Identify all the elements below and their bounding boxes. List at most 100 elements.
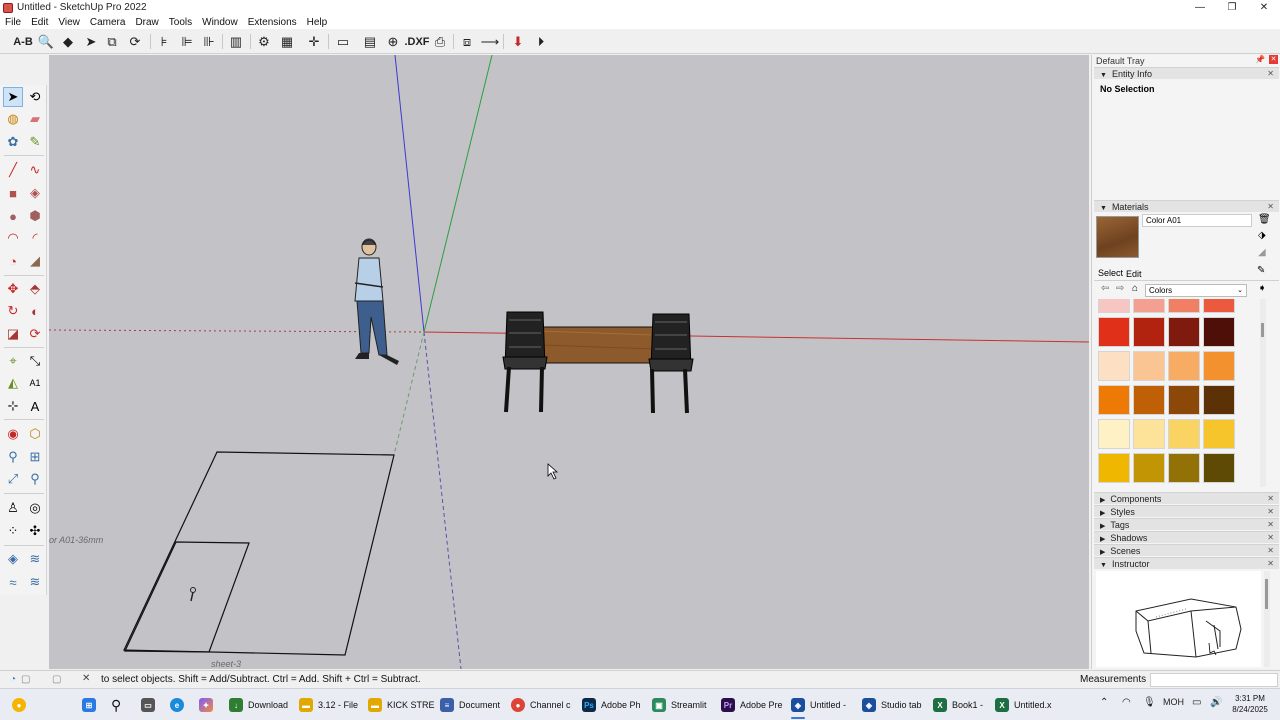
styles-panel-header[interactable]: ▶ Styles ✕	[1094, 505, 1279, 517]
panel-close-icon[interactable]: ✕	[1267, 493, 1274, 505]
paint-bucket-icon[interactable]: ◍	[3, 109, 23, 129]
task-view-icon[interactable]: ▭	[141, 695, 160, 715]
instructor-scrollbar[interactable]	[1264, 571, 1270, 667]
color-swatch[interactable]	[1203, 385, 1235, 415]
menu-help[interactable]: Help	[307, 17, 328, 28]
minimize-button[interactable]: —	[1184, 0, 1216, 15]
color-swatch[interactable]	[1168, 351, 1200, 381]
sandbox-from-contours-icon[interactable]: ◈	[3, 549, 23, 569]
tags-panel-header[interactable]: ▶ Tags ✕	[1094, 518, 1279, 530]
color-swatch[interactable]	[1098, 453, 1130, 483]
scene-canvas[interactable]	[49, 55, 1089, 669]
color-swatch[interactable]	[1168, 299, 1200, 313]
user-icon[interactable]: ▢	[52, 674, 61, 685]
taskbar-item-download[interactable]: ↓ Download	[229, 695, 288, 715]
color-swatch[interactable]	[1133, 419, 1165, 449]
color-swatch[interactable]	[1133, 453, 1165, 483]
show-hidden-icons-chevron-icon[interactable]: ⌃	[1100, 697, 1108, 708]
materials-tab-edit[interactable]: Edit	[1126, 269, 1142, 279]
taskbar-item-studio-tab[interactable]: ◈ Studio tab	[862, 695, 922, 715]
taskbar-item-excel-book1[interactable]: X Book1 -	[933, 695, 983, 715]
three-point-arc-icon[interactable]: ◢	[25, 251, 45, 271]
axes-tool-icon[interactable]: ⊹	[3, 396, 23, 416]
taskbar-search-icon[interactable]: ⚲	[111, 695, 121, 715]
materials-header[interactable]: ▼ Materials ✕	[1094, 200, 1279, 212]
freehand-tool-icon[interactable]: ∿	[25, 160, 45, 180]
materials-tab-select[interactable]: Select	[1098, 268, 1123, 278]
menu-tools[interactable]: Tools	[169, 17, 192, 28]
push-pull-icon[interactable]: ⬘	[25, 279, 45, 299]
shadows-panel-header[interactable]: ▶ Shadows ✕	[1094, 531, 1279, 543]
home-icon[interactable]: ⌂	[1132, 283, 1138, 294]
start-button[interactable]: ⊞	[82, 695, 101, 715]
color-swatch[interactable]	[1203, 299, 1235, 313]
details-arrow-icon[interactable]: ➧	[1258, 283, 1266, 294]
color-swatch[interactable]	[1203, 419, 1235, 449]
geo-location-icon[interactable]: ◔	[10, 674, 16, 685]
section-plane-tool-icon[interactable]: ◉	[3, 424, 23, 444]
zoom-icon[interactable]: 🔍	[36, 32, 56, 51]
color-swatch[interactable]	[1168, 419, 1200, 449]
color-swatch[interactable]	[1203, 351, 1235, 381]
sandbox-scratch-icon[interactable]: ≋	[25, 549, 45, 569]
scale-tool-icon[interactable]: ◪	[3, 324, 23, 344]
color-swatch[interactable]	[1133, 385, 1165, 415]
taskbar-item-streamlit[interactable]: ▣ Streamlit	[652, 695, 707, 715]
stamp-icon[interactable]: ≋	[25, 572, 45, 592]
back-arrow-icon[interactable]: ⇦	[1101, 283, 1109, 294]
download-arrow-icon[interactable]: ⬇	[508, 32, 528, 51]
menu-edit[interactable]: Edit	[31, 17, 48, 28]
wifi-icon[interactable]: ◠	[1122, 697, 1131, 708]
text-tool-icon[interactable]: A1	[25, 373, 45, 393]
panel-close-icon[interactable]: ✕	[1267, 506, 1274, 518]
circle-tool-icon[interactable]: ●	[3, 206, 23, 226]
color-swatch[interactable]	[1133, 299, 1165, 313]
two-point-arc-icon[interactable]: ◜	[25, 228, 45, 248]
rectangle-icon[interactable]: ▭	[333, 32, 353, 51]
components-panel-header[interactable]: ▶ Components ✕	[1094, 492, 1279, 504]
play-scene-icon[interactable]: ⏵	[531, 32, 551, 51]
microphone-icon[interactable]: 🎙	[1143, 697, 1156, 708]
pan-tool-icon[interactable]: ✣	[25, 521, 45, 541]
scenes-panel-header[interactable]: ▶ Scenes ✕	[1094, 544, 1279, 556]
tape-measure-icon[interactable]: ⌖	[3, 351, 23, 371]
select-arrow-icon[interactable]: ➤	[81, 32, 101, 51]
maximize-button[interactable]: ❐	[1216, 0, 1248, 15]
grid-icon[interactable]: ▦	[277, 32, 297, 51]
network-icon[interactable]: ▭	[1192, 697, 1201, 708]
protractor-icon[interactable]: ◭	[3, 373, 23, 393]
rotated-rectangle-icon[interactable]: ◈	[25, 183, 45, 203]
close-button[interactable]: ✕	[1248, 0, 1280, 15]
section-plane-icon[interactable]: ⧉	[102, 32, 122, 51]
eraser-icon[interactable]: ▰	[25, 109, 45, 129]
material-name-field[interactable]: Color A01	[1142, 214, 1252, 227]
pin-icon[interactable]: 📌	[1255, 55, 1265, 64]
polygon-tool-icon[interactable]: ⬢	[25, 206, 45, 226]
eyedropper-icon[interactable]: ✎	[1257, 265, 1265, 276]
zoom-window-icon[interactable]: ⊞	[25, 447, 45, 467]
tray-close-icon[interactable]: ✕	[1269, 55, 1278, 64]
modeling-viewport[interactable]: or A01-36mm sheet-3	[49, 55, 1089, 669]
entity-info-header[interactable]: ▼ Entity Info ✕	[1094, 67, 1279, 79]
box-icon[interactable]: ⧈	[457, 32, 477, 51]
copilot-icon[interactable]: ✦	[199, 695, 218, 715]
taskbar-item-document[interactable]: ≡ Document	[440, 695, 500, 715]
smoove-icon[interactable]: ≈	[3, 572, 23, 592]
settings-gear-icon[interactable]: ⚙	[254, 32, 274, 51]
dimension-tool-icon[interactable]: ⤡	[25, 351, 45, 371]
panel-close-icon[interactable]: ✕	[1267, 519, 1274, 531]
menu-window[interactable]: Window	[202, 17, 238, 28]
forward-arrow-icon[interactable]: ⇨	[1116, 283, 1124, 294]
move-tool-icon[interactable]: ✥	[3, 279, 23, 299]
color-swatch[interactable]	[1203, 453, 1235, 483]
color-swatch[interactable]	[1168, 385, 1200, 415]
extension-warehouse-icon[interactable]: ◆	[58, 32, 78, 51]
rotate-tool-icon[interactable]: ↻	[3, 301, 23, 321]
panel-close-icon[interactable]: ✕	[1267, 532, 1274, 544]
orbit-icon[interactable]: ⟳	[125, 32, 145, 51]
taskbar-item-chrome-channel[interactable]: ● Channel c	[511, 695, 571, 715]
pencil-tool-icon[interactable]: ✎	[25, 132, 45, 152]
lasso-tool-icon[interactable]: ⟲	[25, 87, 45, 107]
3d-text-icon[interactable]: A	[25, 396, 45, 416]
credits-icon[interactable]: ▢	[21, 674, 30, 685]
